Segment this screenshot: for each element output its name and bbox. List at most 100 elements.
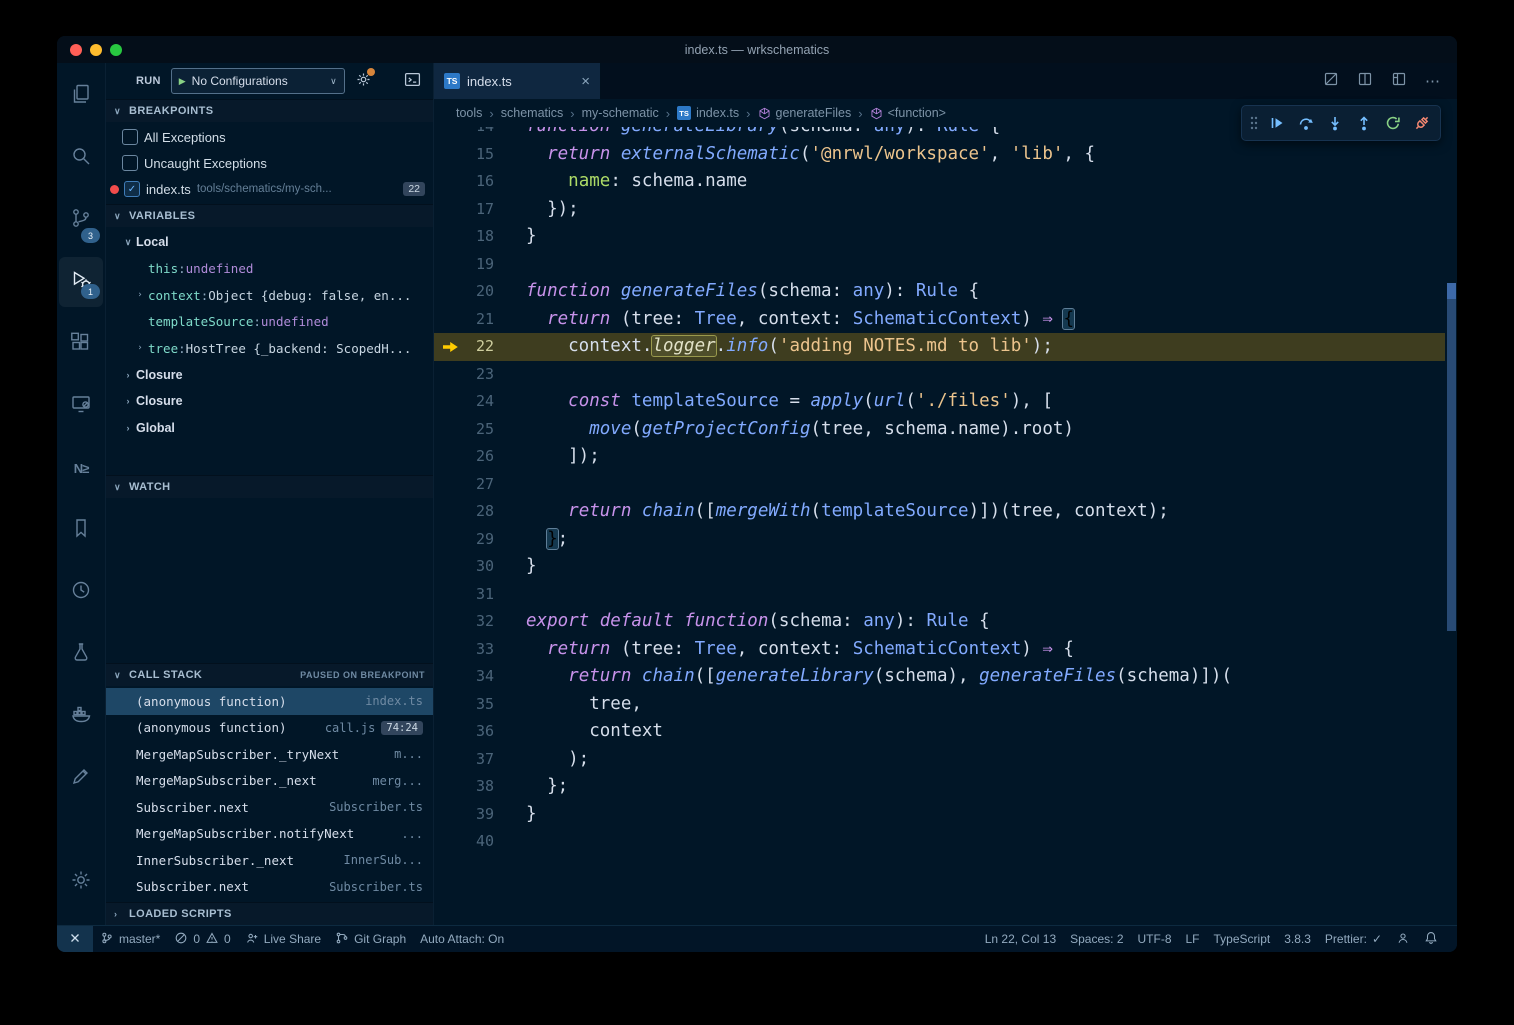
variable-row[interactable]: ›tree: HostTree {_backend: ScopedH... [106,335,433,362]
code-text[interactable]: ); [526,746,1445,774]
close-tab-icon[interactable]: × [581,74,590,89]
notifications-status[interactable] [1417,926,1445,952]
live-share-status[interactable]: Live Share [238,926,328,952]
breakpoint-item[interactable]: All Exceptions [106,124,433,150]
code-text[interactable]: return chain([mergeWith(templateSource)]… [526,498,1445,526]
line-number[interactable]: 36 [434,718,526,746]
code-text[interactable]: }); [526,196,1445,224]
configure-launch-button[interactable] [355,71,372,91]
code-line[interactable]: 33 return (tree: Tree, context: Schemati… [434,636,1445,664]
code-text[interactable]: }; [526,526,1445,554]
line-number[interactable]: 37 [434,746,526,774]
chevron-right-icon[interactable]: › [132,343,148,353]
code-text[interactable]: tree, [526,691,1445,719]
code-text[interactable]: } [526,553,1445,581]
code-line[interactable]: 22 context.logger.info('adding NOTES.md … [434,333,1445,361]
line-number[interactable]: 19 [434,251,526,279]
disconnect-button[interactable] [1408,110,1435,137]
remote-indicator[interactable] [57,926,93,952]
split-editor-icon[interactable] [1357,71,1373,92]
loaded-scripts-header[interactable]: › LOADED SCRIPTS [106,902,433,925]
breadcrumb-item[interactable]: schematics [501,106,564,120]
code-line[interactable]: 36 context [434,718,1445,746]
breakpoint-item[interactable]: ✓index.tstools/schematics/my-sch...22 [106,176,433,202]
line-number[interactable]: 14 [434,127,526,141]
editor-layout-icon[interactable] [1391,71,1407,92]
code-line[interactable]: 19 [434,251,1445,279]
code-line[interactable]: 38 }; [434,773,1445,801]
line-number[interactable]: 26 [434,443,526,471]
step-over-button[interactable] [1292,110,1319,137]
prettier-status[interactable]: Prettier: ✓ [1318,926,1389,952]
line-number[interactable]: 23 [434,361,526,389]
code-text[interactable]: ]); [526,443,1445,471]
line-number[interactable]: 15 [434,141,526,169]
variable-row[interactable]: ›context: Object {debug: false, en... [106,282,433,309]
drag-handle-icon[interactable] [1247,110,1261,137]
start-debug-icon[interactable]: ▶ [179,76,186,87]
code-text[interactable] [526,828,1445,856]
line-number[interactable]: 18 [434,223,526,251]
debug-console-button[interactable] [404,71,421,91]
code-line[interactable]: 28 return chain([mergeWith(templateSourc… [434,498,1445,526]
title-bar[interactable]: index.ts — wrkschematics [57,36,1457,63]
watch-header[interactable]: ∨ WATCH [106,475,433,498]
breakpoint-item[interactable]: Uncaught Exceptions [106,150,433,176]
activity-settings[interactable] [59,851,103,913]
line-number[interactable]: 34 [434,663,526,691]
code-text[interactable]: }; [526,773,1445,801]
code-text[interactable]: return chain([generateLibrary(schema), g… [526,663,1445,691]
code-text[interactable]: name: schema.name [526,168,1445,196]
breadcrumb-item[interactable]: tools [456,106,482,120]
auto-attach-status[interactable]: Auto Attach: On [413,926,511,952]
code-text[interactable] [526,361,1445,389]
step-out-button[interactable] [1350,110,1377,137]
chevron-right-icon[interactable]: › [120,396,136,406]
activity-remote-explorer[interactable] [59,375,103,437]
activity-notes[interactable] [59,747,103,809]
variable-scope-row[interactable]: ›Closure [106,362,433,389]
activity-source-control[interactable]: 3 [59,189,103,251]
code-text[interactable]: return externalSchematic('@nrwl/workspac… [526,141,1445,169]
tab-index-ts[interactable]: TS index.ts × [434,63,601,99]
code-text[interactable]: } [526,223,1445,251]
minimize-window-button[interactable] [90,44,102,56]
code-line[interactable]: 23 [434,361,1445,389]
activity-docker[interactable] [59,685,103,747]
activity-history[interactable] [59,561,103,623]
code-text[interactable]: context.logger.info('adding NOTES.md to … [526,333,1445,361]
code-line[interactable]: 24 const templateSource = apply(url('./f… [434,388,1445,416]
editor-scrollbar[interactable] [1445,127,1457,925]
activity-search[interactable] [59,127,103,189]
chevron-right-icon[interactable]: › [120,423,136,433]
code-line[interactable]: 34 return chain([generateLibrary(schema)… [434,663,1445,691]
call-stack-frame[interactable]: (anonymous function)index.ts [106,688,433,715]
continue-button[interactable] [1263,110,1290,137]
call-stack-frame[interactable]: Subscriber.nextSubscriber.ts [106,874,433,901]
activity-extensions[interactable] [59,313,103,375]
close-window-button[interactable] [70,44,82,56]
call-stack-frame[interactable]: InnerSubscriber._nextInnerSub... [106,847,433,874]
activity-nx-console[interactable]: N≥ [59,437,103,499]
line-number[interactable]: 32 [434,608,526,636]
code-line[interactable]: 16 name: schema.name [434,168,1445,196]
breakpoint-checkbox[interactable] [122,129,138,145]
indentation-status[interactable]: Spaces: 2 [1063,926,1130,952]
variable-scope-row[interactable]: ›Global [106,415,433,442]
call-stack-frame[interactable]: MergeMapSubscriber._tryNextm... [106,741,433,768]
line-number[interactable]: 33 [434,636,526,664]
code-line[interactable]: 27 [434,471,1445,499]
line-number[interactable]: 31 [434,581,526,609]
code-line[interactable]: 15 return externalSchematic('@nrwl/works… [434,141,1445,169]
code-line[interactable]: 35 tree, [434,691,1445,719]
code-line[interactable]: 18} [434,223,1445,251]
code-text[interactable] [526,581,1445,609]
git-graph-status[interactable]: Git Graph [328,926,413,952]
variable-row[interactable]: this: undefined [106,256,433,283]
variables-header[interactable]: ∨ VARIABLES [106,204,433,227]
line-number[interactable]: 17 [434,196,526,224]
call-stack-header[interactable]: ∨ CALL STACK PAUSED ON BREAKPOINT [106,663,433,686]
line-number[interactable]: 39 [434,801,526,829]
encoding-status[interactable]: UTF-8 [1131,926,1179,952]
call-stack-frame[interactable]: MergeMapSubscriber._nextmerg... [106,768,433,795]
